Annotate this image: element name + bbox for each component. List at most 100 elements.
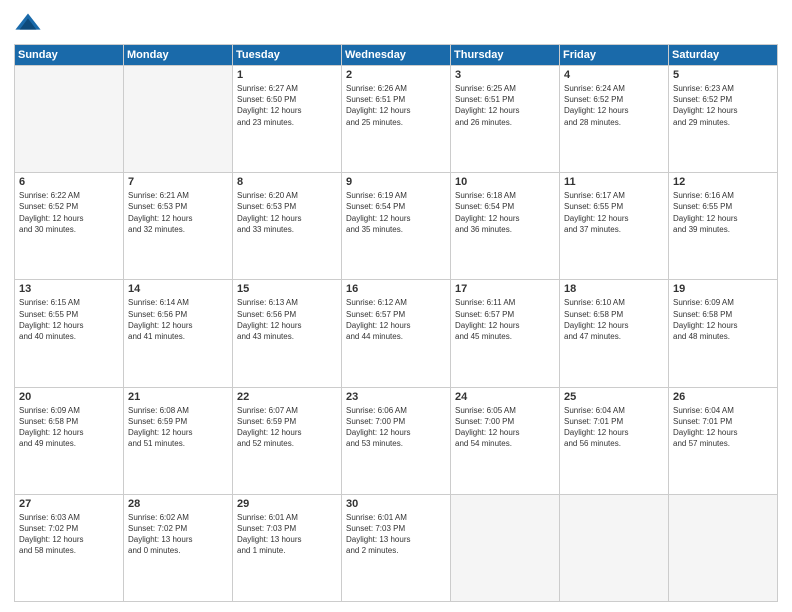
calendar-cell: 4Sunrise: 6:24 AM Sunset: 6:52 PM Daylig… <box>560 66 669 173</box>
day-number: 30 <box>346 498 446 510</box>
calendar-cell: 19Sunrise: 6:09 AM Sunset: 6:58 PM Dayli… <box>669 280 778 387</box>
day-info: Sunrise: 6:17 AM Sunset: 6:55 PM Dayligh… <box>564 190 664 235</box>
calendar-cell: 7 Sunrise: 6:21 AM Sunset: 6:53 PM Daylig… <box>124 173 233 280</box>
day-info: Sunrise: 6:13 AM Sunset: 6:56 PM Dayligh… <box>237 297 337 342</box>
calendar-cell <box>451 494 560 601</box>
logo-icon <box>14 10 42 38</box>
day-info: Sunrise: 6:02 AM Sunset: 7:02 PM Dayligh… <box>128 512 228 557</box>
day-info: Sunrise: 6:22 AM Sunset: 6:52 PM Dayligh… <box>19 190 119 235</box>
day-info: Sunrise: 6:19 AM Sunset: 6:54 PM Dayligh… <box>346 190 446 235</box>
calendar-cell: 21 Sunrise: 6:08 AM Sunset: 6:59 PM Dayli… <box>124 387 233 494</box>
day-info: Sunrise: 6:01 AM Sunset: 7:03 PM Dayligh… <box>346 512 446 557</box>
calendar-cell: 12 Sunrise: 6:16 AM Sunset: 6:55 PM Dayli… <box>669 173 778 280</box>
day-info: Sunrise: 6:01 AM Sunset: 7:03 PM Dayligh… <box>237 512 337 557</box>
day-number: 18 <box>564 283 664 295</box>
calendar-cell: 30 Sunrise: 6:01 AM Sunset: 7:03 PM Dayli… <box>342 494 451 601</box>
day-info: Sunrise: 6:23 AM Sunset: 6:52 PM Dayligh… <box>673 83 773 128</box>
calendar-cell: 15 Sunrise: 6:13 AM Sunset: 6:56 PM Dayli… <box>233 280 342 387</box>
day-number: 4 <box>564 69 664 81</box>
col-header-saturday: Saturday <box>669 45 778 66</box>
calendar-cell <box>124 66 233 173</box>
day-number: 27 <box>19 498 119 510</box>
col-header-friday: Friday <box>560 45 669 66</box>
day-number: 25 <box>564 391 664 403</box>
day-info: Sunrise: 6:12 AM Sunset: 6:57 PM Dayligh… <box>346 297 446 342</box>
day-info: Sunrise: 6:26 AM Sunset: 6:51 PM Dayligh… <box>346 83 446 128</box>
day-info: Sunrise: 6:06 AM Sunset: 7:00 PM Dayligh… <box>346 405 446 450</box>
day-number: 3 <box>455 69 555 81</box>
calendar-cell: 6 Sunrise: 6:22 AM Sunset: 6:52 PM Daylig… <box>15 173 124 280</box>
day-number: 6 <box>19 176 119 188</box>
day-number: 14 <box>128 283 228 295</box>
day-number: 17 <box>455 283 555 295</box>
calendar-cell: 2 Sunrise: 6:26 AM Sunset: 6:51 PM Daylig… <box>342 66 451 173</box>
day-info: Sunrise: 6:08 AM Sunset: 6:59 PM Dayligh… <box>128 405 228 450</box>
day-number: 15 <box>237 283 337 295</box>
day-info: Sunrise: 6:07 AM Sunset: 6:59 PM Dayligh… <box>237 405 337 450</box>
calendar-week-2: 6 Sunrise: 6:22 AM Sunset: 6:52 PM Daylig… <box>15 173 778 280</box>
day-number: 1 <box>237 69 337 81</box>
day-number: 10 <box>455 176 555 188</box>
col-header-tuesday: Tuesday <box>233 45 342 66</box>
day-info: Sunrise: 6:10 AM Sunset: 6:58 PM Dayligh… <box>564 297 664 342</box>
logo <box>14 10 44 38</box>
page: SundayMondayTuesdayWednesdayThursdayFrid… <box>0 0 792 612</box>
calendar-cell: 8 Sunrise: 6:20 AM Sunset: 6:53 PM Daylig… <box>233 173 342 280</box>
calendar-cell: 24Sunrise: 6:05 AM Sunset: 7:00 PM Dayli… <box>451 387 560 494</box>
calendar-cell: 16 Sunrise: 6:12 AM Sunset: 6:57 PM Dayli… <box>342 280 451 387</box>
calendar-cell: 22 Sunrise: 6:07 AM Sunset: 6:59 PM Dayli… <box>233 387 342 494</box>
day-info: Sunrise: 6:20 AM Sunset: 6:53 PM Dayligh… <box>237 190 337 235</box>
day-number: 24 <box>455 391 555 403</box>
col-header-wednesday: Wednesday <box>342 45 451 66</box>
calendar-cell: 20 Sunrise: 6:09 AM Sunset: 6:58 PM Dayli… <box>15 387 124 494</box>
calendar-cell <box>15 66 124 173</box>
day-info: Sunrise: 6:09 AM Sunset: 6:58 PM Dayligh… <box>19 405 119 450</box>
calendar-cell: 25 Sunrise: 6:04 AM Sunset: 7:01 PM Dayli… <box>560 387 669 494</box>
calendar-week-3: 13Sunrise: 6:15 AM Sunset: 6:55 PM Dayli… <box>15 280 778 387</box>
day-number: 7 <box>128 176 228 188</box>
day-info: Sunrise: 6:27 AM Sunset: 6:50 PM Dayligh… <box>237 83 337 128</box>
day-number: 11 <box>564 176 664 188</box>
day-number: 12 <box>673 176 773 188</box>
day-info: Sunrise: 6:16 AM Sunset: 6:55 PM Dayligh… <box>673 190 773 235</box>
day-number: 20 <box>19 391 119 403</box>
day-info: Sunrise: 6:04 AM Sunset: 7:01 PM Dayligh… <box>673 405 773 450</box>
calendar-cell: 13Sunrise: 6:15 AM Sunset: 6:55 PM Dayli… <box>15 280 124 387</box>
calendar-table: SundayMondayTuesdayWednesdayThursdayFrid… <box>14 44 778 602</box>
day-number: 28 <box>128 498 228 510</box>
calendar-cell: 1 Sunrise: 6:27 AM Sunset: 6:50 PM Daylig… <box>233 66 342 173</box>
day-info: Sunrise: 6:11 AM Sunset: 6:57 PM Dayligh… <box>455 297 555 342</box>
calendar-cell: 18 Sunrise: 6:10 AM Sunset: 6:58 PM Dayli… <box>560 280 669 387</box>
day-number: 9 <box>346 176 446 188</box>
calendar-cell: 5Sunrise: 6:23 AM Sunset: 6:52 PM Daylig… <box>669 66 778 173</box>
col-header-monday: Monday <box>124 45 233 66</box>
day-info: Sunrise: 6:21 AM Sunset: 6:53 PM Dayligh… <box>128 190 228 235</box>
header <box>14 10 778 38</box>
day-info: Sunrise: 6:25 AM Sunset: 6:51 PM Dayligh… <box>455 83 555 128</box>
calendar-cell <box>669 494 778 601</box>
calendar-cell: 17 Sunrise: 6:11 AM Sunset: 6:57 PM Dayli… <box>451 280 560 387</box>
calendar-cell: 10Sunrise: 6:18 AM Sunset: 6:54 PM Dayli… <box>451 173 560 280</box>
day-number: 22 <box>237 391 337 403</box>
calendar-cell: 29Sunrise: 6:01 AM Sunset: 7:03 PM Dayli… <box>233 494 342 601</box>
calendar-cell: 23Sunrise: 6:06 AM Sunset: 7:00 PM Dayli… <box>342 387 451 494</box>
col-header-sunday: Sunday <box>15 45 124 66</box>
calendar-cell <box>560 494 669 601</box>
calendar-cell: 9 Sunrise: 6:19 AM Sunset: 6:54 PM Daylig… <box>342 173 451 280</box>
day-number: 21 <box>128 391 228 403</box>
calendar-week-4: 20 Sunrise: 6:09 AM Sunset: 6:58 PM Dayli… <box>15 387 778 494</box>
day-info: Sunrise: 6:04 AM Sunset: 7:01 PM Dayligh… <box>564 405 664 450</box>
day-info: Sunrise: 6:15 AM Sunset: 6:55 PM Dayligh… <box>19 297 119 342</box>
day-number: 26 <box>673 391 773 403</box>
calendar-cell: 26 Sunrise: 6:04 AM Sunset: 7:01 PM Dayli… <box>669 387 778 494</box>
calendar-week-5: 27Sunrise: 6:03 AM Sunset: 7:02 PM Dayli… <box>15 494 778 601</box>
col-header-thursday: Thursday <box>451 45 560 66</box>
calendar-header-row: SundayMondayTuesdayWednesdayThursdayFrid… <box>15 45 778 66</box>
day-info: Sunrise: 6:09 AM Sunset: 6:58 PM Dayligh… <box>673 297 773 342</box>
day-number: 16 <box>346 283 446 295</box>
day-number: 8 <box>237 176 337 188</box>
day-number: 2 <box>346 69 446 81</box>
calendar-cell: 11 Sunrise: 6:17 AM Sunset: 6:55 PM Dayli… <box>560 173 669 280</box>
calendar-cell: 14Sunrise: 6:14 AM Sunset: 6:56 PM Dayli… <box>124 280 233 387</box>
calendar-week-1: 1 Sunrise: 6:27 AM Sunset: 6:50 PM Daylig… <box>15 66 778 173</box>
